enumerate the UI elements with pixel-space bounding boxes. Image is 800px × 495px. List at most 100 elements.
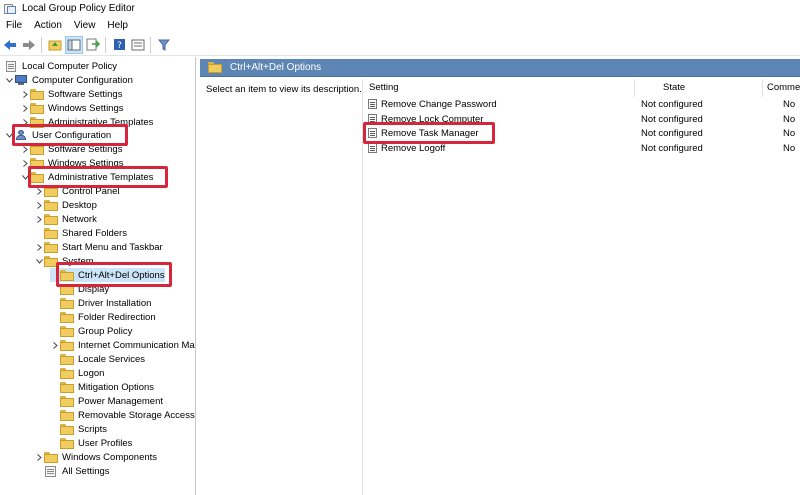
tree-item-start-menu-taskbar[interactable]: Start Menu and Taskbar [34,240,163,254]
toolbar-separator [41,36,42,53]
pane-title: Ctrl+Alt+Del Options [230,62,322,73]
navigation-tree: Local Computer Policy Computer Configura… [0,57,196,495]
highlight-ctrl-alt-del-options [56,262,172,287]
show-hide-tree-icon[interactable] [65,35,83,54]
chevron-right-icon[interactable] [34,453,44,461]
setting-comment: No [783,142,796,154]
tree-item-folder-redirection[interactable]: Folder Redirection [50,310,156,324]
toolbar-separator [150,36,151,53]
column-divider[interactable] [634,79,635,97]
policy-setting-icon [368,99,377,109]
tree-item-windows-components[interactable]: Windows Components [34,450,157,464]
tree-item-local-computer-policy[interactable]: Local Computer Policy [6,59,117,73]
setting-state: Not configured [641,127,703,139]
column-header-setting[interactable]: Setting [369,82,399,93]
chevron-right-icon[interactable] [50,341,60,349]
export-list-icon[interactable] [84,36,102,54]
folder-icon [60,367,74,379]
up-folder-icon[interactable] [46,36,64,54]
folder-icon [60,297,74,309]
folder-icon [60,339,74,351]
chevron-right-icon[interactable] [34,243,44,251]
setting-state: Not configured [641,98,703,110]
folder-icon [60,437,74,449]
menu-action[interactable]: Action [28,20,68,31]
setting-state: Not configured [641,113,703,125]
back-arrow-icon[interactable] [1,36,19,54]
chevron-down-icon[interactable] [34,258,44,264]
folder-icon [60,423,74,435]
menu-help[interactable]: Help [101,20,134,31]
folder-icon [44,199,58,211]
tree-item-user-profiles[interactable]: User Profiles [50,436,132,450]
tree-item-desktop[interactable]: Desktop [34,198,97,212]
setting-comment: No [783,98,796,110]
title-bar: Local Group Policy Editor [0,0,800,17]
folder-icon [60,353,74,365]
setting-name: Remove Change Password [381,98,497,110]
filter-icon[interactable] [155,36,173,54]
highlight-remove-task-manager [363,122,495,144]
window-title: Local Group Policy Editor [22,3,135,14]
folder-icon [44,241,58,253]
tree-item-locale-services[interactable]: Locale Services [50,352,145,366]
policy-setting-icon [368,143,377,153]
tree-item-scripts[interactable]: Scripts [50,422,107,436]
chevron-down-icon[interactable] [4,77,14,83]
setting-state: Not configured [641,142,703,154]
description-text: Select an item to view its description. [206,84,362,95]
folder-icon [208,62,222,73]
chevron-right-icon[interactable] [20,90,30,98]
folder-icon [44,227,58,239]
chevron-right-icon[interactable] [20,145,30,153]
tree-item-computer-configuration[interactable]: Computer Configuration [4,73,133,87]
highlight-user-configuration [12,124,128,146]
tree-item-cc-software-settings[interactable]: Software Settings [20,87,122,101]
tree-item-driver-installation[interactable]: Driver Installation [50,296,151,310]
column-header-state[interactable]: State [663,82,685,93]
all-settings-icon [44,465,58,477]
folder-icon [44,451,58,463]
tree-item-cc-windows-settings[interactable]: Windows Settings [20,101,124,115]
computer-icon [14,74,28,86]
tree-item-all-settings[interactable]: All Settings [34,464,110,478]
toolbar-separator [105,36,106,53]
folder-icon [60,325,74,337]
tree-item-power-management[interactable]: Power Management [50,394,163,408]
chevron-right-icon[interactable] [34,215,44,223]
folder-icon [30,102,44,114]
tree-item-mitigation-options[interactable]: Mitigation Options [50,380,154,394]
properties-icon[interactable] [129,36,147,54]
column-header-comment[interactable]: Comme [767,82,800,93]
tree-item-group-policy[interactable]: Group Policy [50,324,132,338]
details-pane: Ctrl+Alt+Del Options Select an item to v… [200,57,800,495]
folder-icon [60,409,74,421]
tree-item-logon[interactable]: Logon [50,366,104,380]
svg-text:?: ? [117,41,122,51]
chevron-right-icon[interactable] [20,104,30,112]
menu-file[interactable]: File [0,20,28,31]
folder-icon [44,213,58,225]
forward-arrow-icon[interactable] [20,36,38,54]
menu-bar: File Action View Help [0,17,800,34]
group-policy-app-icon [4,3,16,14]
help-icon[interactable]: ? [110,36,128,54]
tree-item-removable-storage[interactable]: Removable Storage Access [50,408,195,422]
setting-comment: No [783,127,796,139]
tree-item-shared-folders[interactable]: Shared Folders [34,226,127,240]
folder-icon [60,395,74,407]
chevron-right-icon[interactable] [34,201,44,209]
folder-icon [60,381,74,393]
pane-header: Ctrl+Alt+Del Options [200,59,800,77]
toolbar: ? [0,34,800,56]
column-divider[interactable] [762,79,763,97]
setting-name: Remove Logoff [381,142,446,154]
setting-comment: No [783,113,796,125]
chevron-right-icon[interactable] [34,187,44,195]
tree-item-internet-communication[interactable]: Internet Communication Ma [50,338,195,352]
menu-view[interactable]: View [68,20,102,31]
table-row[interactable]: Remove Change Password Not configured No [363,97,800,111]
policy-icon [6,60,18,72]
tree-item-network[interactable]: Network [34,212,97,226]
folder-icon [30,88,44,100]
